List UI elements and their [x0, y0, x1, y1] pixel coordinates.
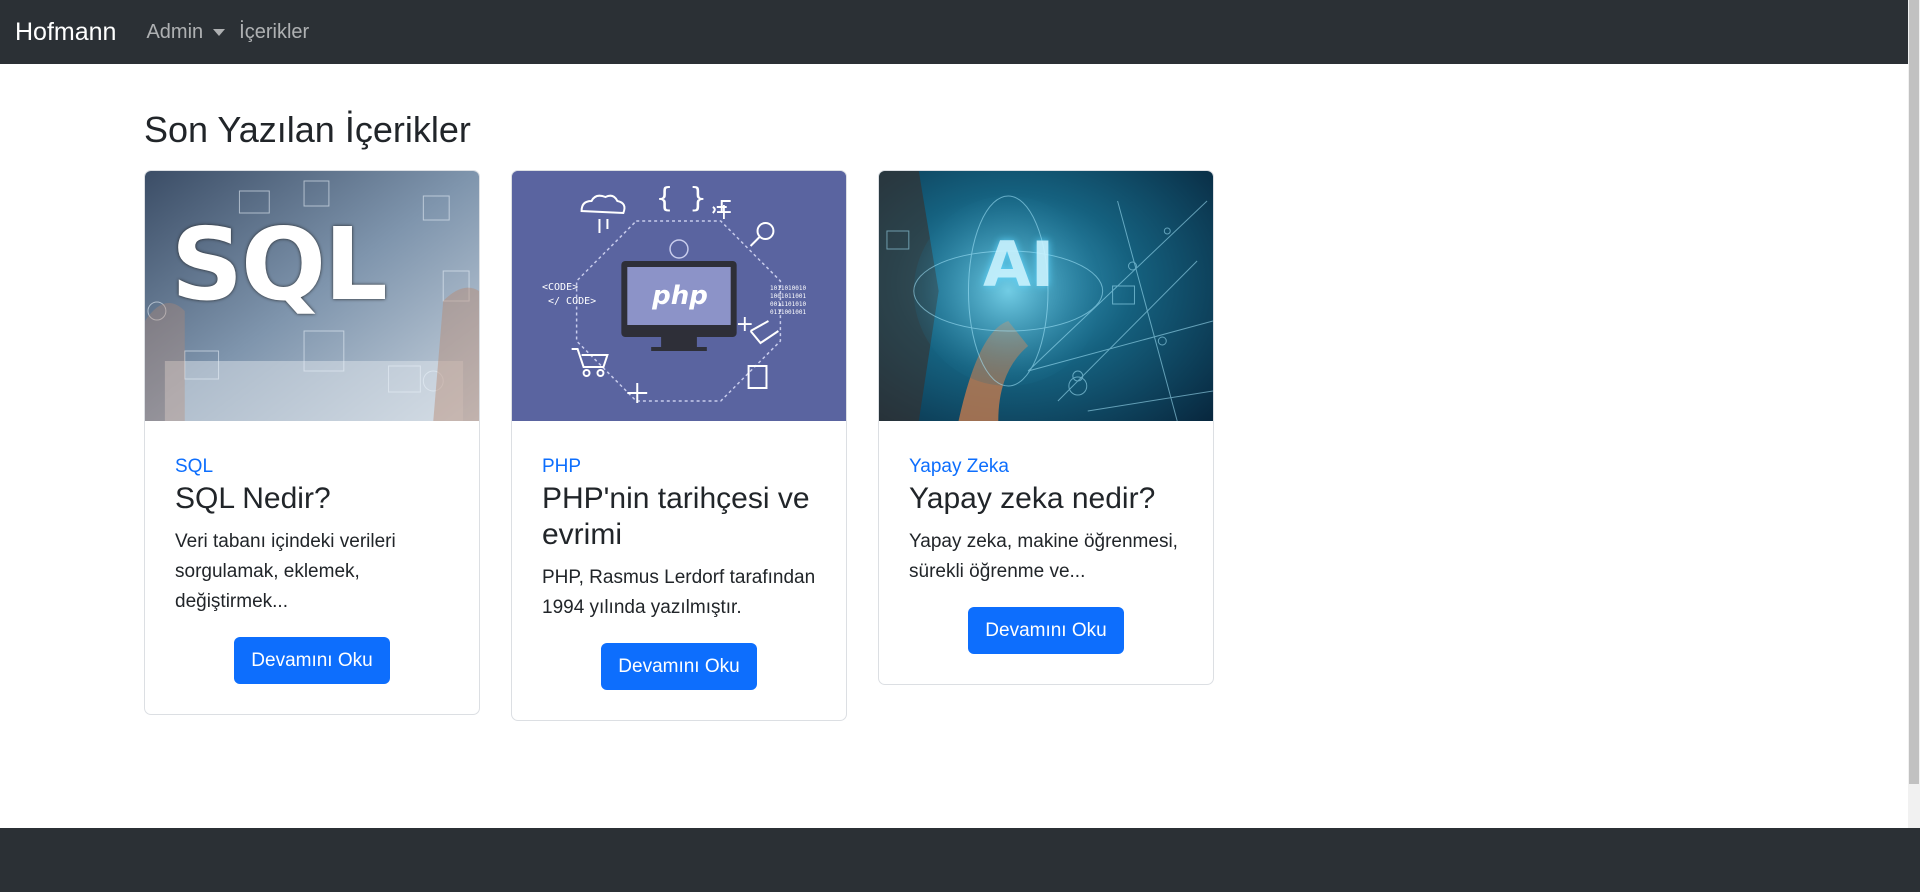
code-close-tag: </ CODE> — [548, 296, 597, 307]
main-content: Son Yazılan İçerikler SQL SQL SQL Nedir?… — [144, 64, 1844, 721]
page-title: Son Yazılan İçerikler — [144, 109, 471, 150]
card-title: PHP'nin tarihçesi ve evrimi — [542, 482, 810, 551]
card-excerpt: PHP, Rasmus Lerdorf tarafından 1994 yılı… — [542, 567, 816, 618]
article-card-sql: SQL SQL SQL Nedir? Veri tabanı içindeki … — [144, 170, 480, 715]
scrollbar-thumb[interactable] — [1909, 0, 1919, 784]
code-label: <CODE> </ CODE> — [542, 281, 596, 309]
ai-image-text: AI — [983, 228, 1055, 301]
binary-line: 0111001001 — [770, 309, 807, 316]
php-logo-text: php — [652, 281, 708, 311]
nav-icerikler[interactable]: İçerikler — [239, 21, 309, 44]
code-open-tag: <CODE> — [542, 282, 579, 293]
card-title: Yapay zeka nedir? — [909, 482, 1156, 515]
card-list: SQL SQL SQL Nedir? Veri tabanı içindeki … — [144, 170, 1844, 721]
brand-link[interactable]: Hofmann — [15, 18, 116, 47]
scrollbar[interactable] — [1908, 0, 1920, 828]
binary-line: 0011101010 — [770, 301, 807, 308]
top-navbar: Hofmann Admin İçerikler — [0, 0, 1908, 64]
binary-line: 1011010010 — [770, 285, 807, 292]
card-body: PHP PHP'nin tarihçesi ve evrimi PHP, Ras… — [512, 421, 846, 720]
article-card-ai: AI Yapay Zeka Yapay zeka nedir? Yapay ze… — [878, 170, 1214, 685]
card-body: SQL SQL Nedir? Veri tabanı içindeki veri… — [145, 421, 479, 714]
svg-text:+: + — [715, 200, 733, 225]
chevron-down-icon — [213, 28, 226, 36]
sql-image-text: SQL — [171, 206, 388, 323]
read-more-button[interactable]: Devamını Oku — [968, 607, 1124, 654]
nav-admin-label: Admin — [146, 20, 204, 43]
category-link[interactable]: PHP — [542, 455, 816, 479]
binary-line: 1001011001 — [770, 293, 807, 300]
footer — [0, 828, 1920, 892]
category-link[interactable]: Yapay Zeka — [909, 455, 1183, 479]
binary-label: 1011010010 1001011001 0011101010 0111001… — [770, 285, 806, 317]
card-excerpt: Veri tabanı içindeki verileri sorgulamak… — [175, 531, 396, 612]
sql-image: SQL — [145, 171, 479, 421]
svg-text:{ }: { } — [656, 181, 706, 214]
article-card-php: { } + + php <CODE> </ CODE> 1011010010 1… — [511, 170, 847, 721]
card-title: SQL Nedir? — [175, 482, 331, 515]
card-body: Yapay Zeka Yapay zeka nedir? Yapay zeka,… — [879, 421, 1213, 684]
svg-text:+: + — [736, 312, 754, 337]
ai-image: AI — [879, 171, 1213, 421]
read-more-button[interactable]: Devamını Oku — [601, 643, 757, 690]
category-link[interactable]: SQL — [175, 455, 449, 479]
php-image: { } + + php <CODE> </ CODE> 1011010010 1… — [512, 171, 846, 421]
read-more-button[interactable]: Devamını Oku — [234, 637, 390, 684]
nav-admin-dropdown[interactable]: Admin — [146, 20, 226, 44]
card-excerpt: Yapay zeka, makine öğrenmesi, sürekli öğ… — [909, 531, 1178, 582]
